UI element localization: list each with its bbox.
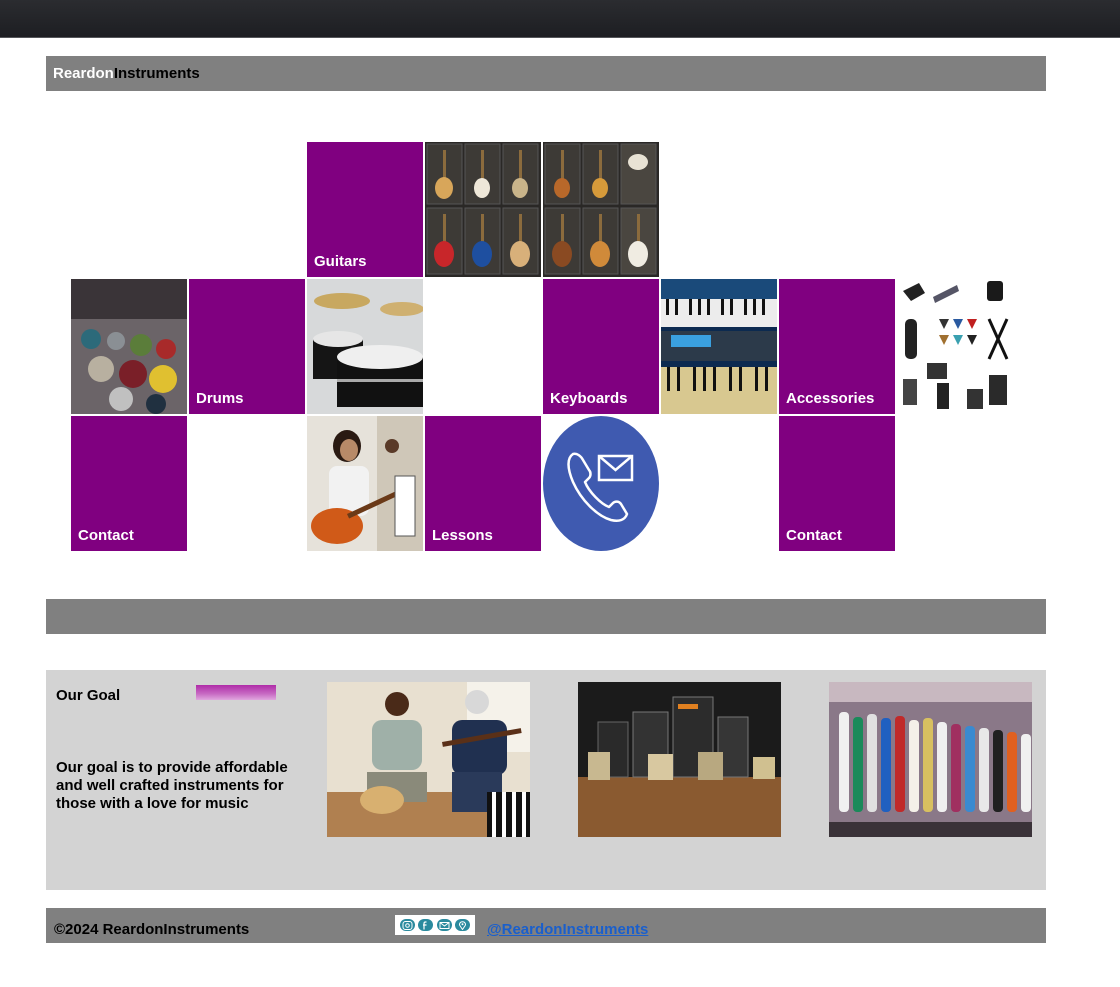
contact-tile-left[interactable]: Contact	[71, 416, 187, 551]
guitar-lesson-photo	[327, 682, 530, 837]
site-brand[interactable]: ReardonInstruments	[53, 65, 200, 82]
keyboards-tile[interactable]: Keyboards	[543, 279, 659, 414]
phone-icon	[543, 416, 659, 551]
goal-title: Our Goal	[56, 687, 121, 704]
lesson-student-photo	[307, 416, 423, 551]
drum-store-photo	[71, 279, 187, 414]
social-icons-strip	[395, 915, 475, 935]
drum-kit-photo	[307, 279, 423, 414]
drums-label: Drums	[196, 390, 244, 407]
contact-tile-right[interactable]: Contact	[779, 416, 895, 551]
facebook-icon[interactable]	[418, 919, 434, 931]
site-header: ReardonInstruments	[46, 56, 1046, 91]
contact-right-label: Contact	[786, 527, 842, 544]
guitar-store-wall-photo	[829, 682, 1032, 837]
goal-section: Our Goal Our goal is to provide affordab…	[46, 670, 1046, 890]
site-footer: ©2024 ReardonInstruments @ReardonInstrum…	[46, 908, 1046, 943]
accessories-tile[interactable]: Accessories	[779, 279, 895, 414]
guitars-tile[interactable]: Guitars	[307, 142, 423, 277]
call-us-button[interactable]	[543, 416, 659, 551]
section-divider-bar	[46, 599, 1046, 634]
guitar-wall-photo-1	[425, 142, 541, 277]
location-icon[interactable]	[455, 919, 471, 931]
browser-chrome-bar	[0, 0, 1120, 38]
goal-accent-swatch	[196, 685, 276, 700]
brand-second-word: Instruments	[113, 65, 200, 82]
keyboards-label: Keyboards	[550, 390, 628, 407]
lessons-label: Lessons	[432, 527, 493, 544]
accessories-photo	[897, 279, 1013, 414]
keyboards-photo	[661, 279, 777, 414]
lessons-tile[interactable]: Lessons	[425, 416, 541, 551]
goal-description: Our goal is to provide affordable and we…	[56, 759, 288, 812]
drums-tile[interactable]: Drums	[189, 279, 305, 414]
email-icon[interactable]	[436, 919, 452, 931]
amplifiers-photo	[578, 682, 781, 837]
accessories-label: Accessories	[786, 390, 875, 407]
contact-left-label: Contact	[78, 527, 134, 544]
guitars-label: Guitars	[314, 253, 367, 270]
instagram-icon[interactable]	[399, 919, 415, 931]
copyright-text: ©2024 ReardonInstruments	[54, 921, 250, 938]
social-handle-link[interactable]: @ReardonInstruments	[487, 921, 648, 938]
guitar-wall-photo-2	[543, 142, 659, 277]
brand-first-word: Reardon	[53, 65, 114, 82]
